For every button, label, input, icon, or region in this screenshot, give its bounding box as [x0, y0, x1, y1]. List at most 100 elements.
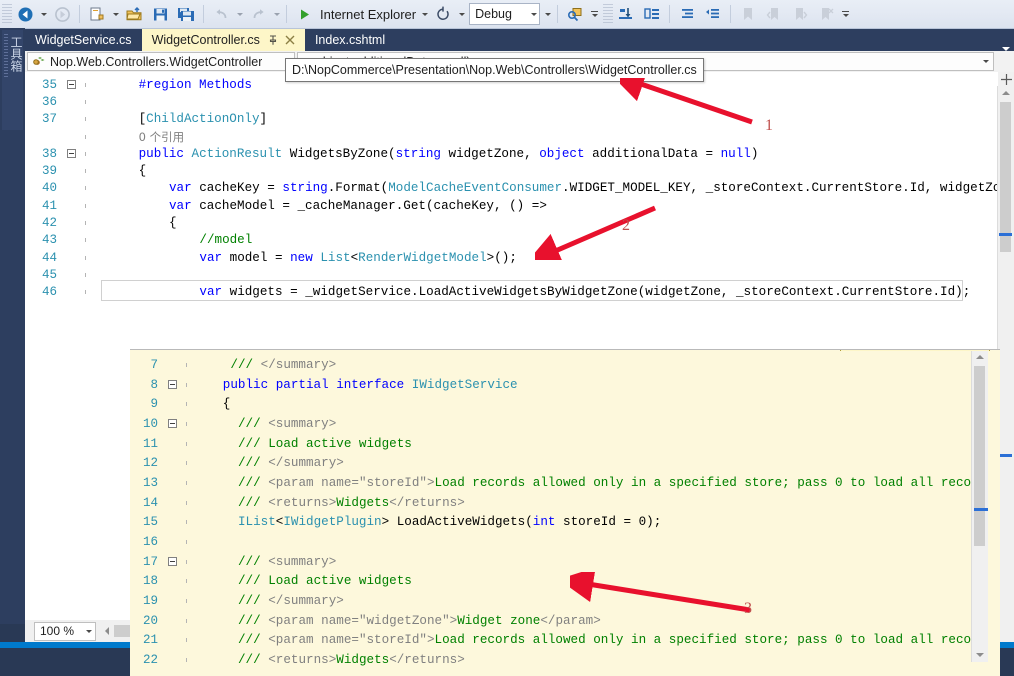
scroll-left-arrow[interactable] — [100, 624, 114, 638]
fold-glyph[interactable] — [63, 80, 79, 90]
outdent-icon[interactable] — [700, 3, 726, 25]
redo-dropdown-icon — [271, 3, 282, 25]
fold-glyph[interactable] — [164, 419, 180, 429]
tab-widgetservice-cs[interactable]: WidgetService.cs — [25, 29, 142, 51]
toolbar-overflow-icon[interactable] — [839, 3, 852, 25]
bookmark-prev-icon — [761, 3, 787, 25]
line-number: 10 — [142, 416, 158, 431]
pin-icon[interactable] — [268, 34, 278, 46]
type-navigation-label: Nop.Web.Controllers.WidgetController — [50, 54, 263, 69]
code-line[interactable]: 44 var model = new List<RenderWidgetModel… — [25, 249, 1014, 266]
undo-dropdown-icon — [234, 3, 245, 25]
code-line[interactable]: 0 个引用 — [25, 128, 1014, 145]
new-project-dropdown-icon[interactable] — [110, 3, 121, 25]
code-line[interactable]: 10 /// <summary> — [130, 414, 988, 434]
code-line-text: /// <summary> — [238, 554, 337, 569]
code-line[interactable]: 20 /// <param name="widgetZone">Widget zo… — [130, 611, 988, 631]
code-line[interactable]: 43 //model — [25, 232, 1014, 249]
code-line[interactable]: 38 public ActionResult WidgetsByZone(stri… — [25, 145, 1014, 162]
code-line[interactable]: 42 { — [25, 214, 1014, 231]
step-into-icon[interactable] — [613, 3, 639, 25]
refresh-icon[interactable] — [430, 3, 456, 25]
toolbox-tab[interactable]: 工具箱 — [2, 30, 23, 130]
start-debug-icon[interactable] — [291, 3, 317, 25]
open-file-icon[interactable] — [121, 3, 147, 25]
code-line[interactable]: 21 /// <param name="storeId">Load records… — [130, 631, 988, 651]
code-line[interactable]: 12 /// </summary> — [130, 453, 988, 473]
line-number: 14 — [142, 495, 158, 510]
code-line[interactable]: 8 public partial interface IWidgetService — [130, 375, 988, 395]
code-line[interactable]: 15 IList<IWidgetPlugin> LoadActiveWidgets… — [130, 513, 988, 533]
code-line[interactable]: 14 /// <returns>Widgets</returns> — [130, 493, 988, 513]
code-line[interactable]: 9{ — [130, 394, 988, 414]
peek-scroll-down-arrow[interactable] — [972, 648, 988, 662]
peek-vertical-scrollbar[interactable] — [971, 350, 988, 662]
start-debug-target-label[interactable]: Internet Explorer — [317, 7, 419, 22]
fold-glyph[interactable] — [63, 149, 79, 159]
code-line[interactable]: 7 /// </summary> — [130, 355, 988, 375]
indent-icon[interactable] — [674, 3, 700, 25]
editor-splitter-handle[interactable] — [998, 72, 1014, 87]
save-all-icon[interactable] — [173, 3, 199, 25]
config-overflow-icon[interactable] — [542, 3, 553, 25]
code-line-text: public ActionResult WidgetsByZone(string… — [138, 146, 759, 161]
find-overflow-icon[interactable] — [588, 3, 601, 25]
line-number: 43 — [41, 233, 57, 248]
codelens-reference-count[interactable]: 0 个引用 — [93, 129, 184, 145]
code-line[interactable]: 19 /// </summary> — [130, 591, 988, 611]
type-navigation-combo[interactable]: Nop.Web.Controllers.WidgetController — [27, 52, 295, 71]
solution-configuration-combo[interactable]: Debug — [469, 3, 541, 25]
class-icon — [32, 55, 45, 68]
zoom-level-combo[interactable]: 100 % — [34, 621, 96, 641]
toolbar-separator — [203, 5, 204, 23]
navigate-back-icon[interactable] — [12, 3, 38, 25]
chevron-down-icon[interactable] — [983, 60, 989, 63]
code-line-text: /// </summary> — [238, 594, 344, 609]
line-number: 35 — [41, 77, 57, 92]
code-line[interactable]: 22 /// <returns>Widgets</returns> — [130, 650, 988, 667]
line-number: 19 — [142, 594, 158, 609]
code-line[interactable]: 39 { — [25, 162, 1014, 179]
peek-code-body[interactable]: 7 /// </summary> 8 public partial interface… — [130, 355, 988, 667]
code-line-text: /// <param name="storeId">Load records a… — [238, 475, 988, 490]
fold-glyph[interactable] — [164, 557, 180, 567]
refresh-dropdown-icon[interactable] — [456, 3, 467, 25]
code-line[interactable]: 17 /// <summary> — [130, 552, 988, 572]
fold-glyph[interactable] — [164, 380, 180, 390]
peek-definition-window: IWidgetService.cs 7 /// </summary> 8 public… — [130, 349, 1000, 676]
close-icon[interactable] — [285, 35, 295, 45]
tab-widgetcontroller-cs[interactable]: WidgetController.cs — [141, 29, 305, 51]
step-over-icon[interactable] — [639, 3, 665, 25]
vertical-scroll-thumb[interactable] — [1000, 102, 1011, 252]
peek-definition-header[interactable]: IWidgetService.cs — [839, 350, 990, 351]
code-line[interactable]: 40 var cacheKey = string.Format(ModelCach… — [25, 180, 1014, 197]
toolbar-grip[interactable] — [2, 4, 12, 24]
code-line-text: { — [169, 216, 177, 231]
code-line[interactable]: 13 /// <param name="storeId">Load records… — [130, 473, 988, 493]
start-debug-dropdown-icon[interactable] — [419, 3, 430, 25]
code-line[interactable]: 36 — [25, 93, 1014, 110]
code-line-text: /// <param name="widgetZone">Widget zone… — [238, 613, 601, 628]
peek-scroll-thumb[interactable] — [974, 366, 985, 546]
code-line-text: { — [222, 397, 231, 412]
tab-index-cshtml[interactable]: Index.cshtml — [305, 29, 395, 51]
code-line[interactable]: 18 /// Load active widgets — [130, 572, 988, 592]
scroll-up-arrow[interactable] — [998, 86, 1014, 100]
code-line[interactable]: 11 /// Load active widgets — [130, 434, 988, 454]
line-number: 38 — [41, 146, 57, 161]
code-line-text: IList<IWidgetPlugin> LoadActiveWidgets(i… — [238, 515, 662, 530]
save-icon[interactable] — [147, 3, 173, 25]
code-line-text: var cacheModel = _cacheManager.Get(cache… — [169, 198, 547, 213]
code-line[interactable]: 41 var cacheModel = _cacheManager.Get(cac… — [25, 197, 1014, 214]
main-toolbar: Internet Explorer Debug — [0, 0, 1014, 29]
new-project-icon[interactable] — [84, 3, 110, 25]
toolbar-grip[interactable] — [603, 4, 614, 24]
code-line[interactable]: 37 [ChildActionOnly] — [25, 111, 1014, 128]
find-icon[interactable] — [562, 3, 588, 25]
code-line[interactable]: 16 — [130, 532, 988, 552]
line-number: 20 — [142, 613, 158, 628]
navigate-back-dropdown-icon[interactable] — [38, 3, 49, 25]
toolbox-strip: 工具箱 — [0, 28, 25, 624]
peek-scroll-up-arrow[interactable] — [972, 350, 988, 364]
code-line-text: { — [138, 164, 147, 179]
